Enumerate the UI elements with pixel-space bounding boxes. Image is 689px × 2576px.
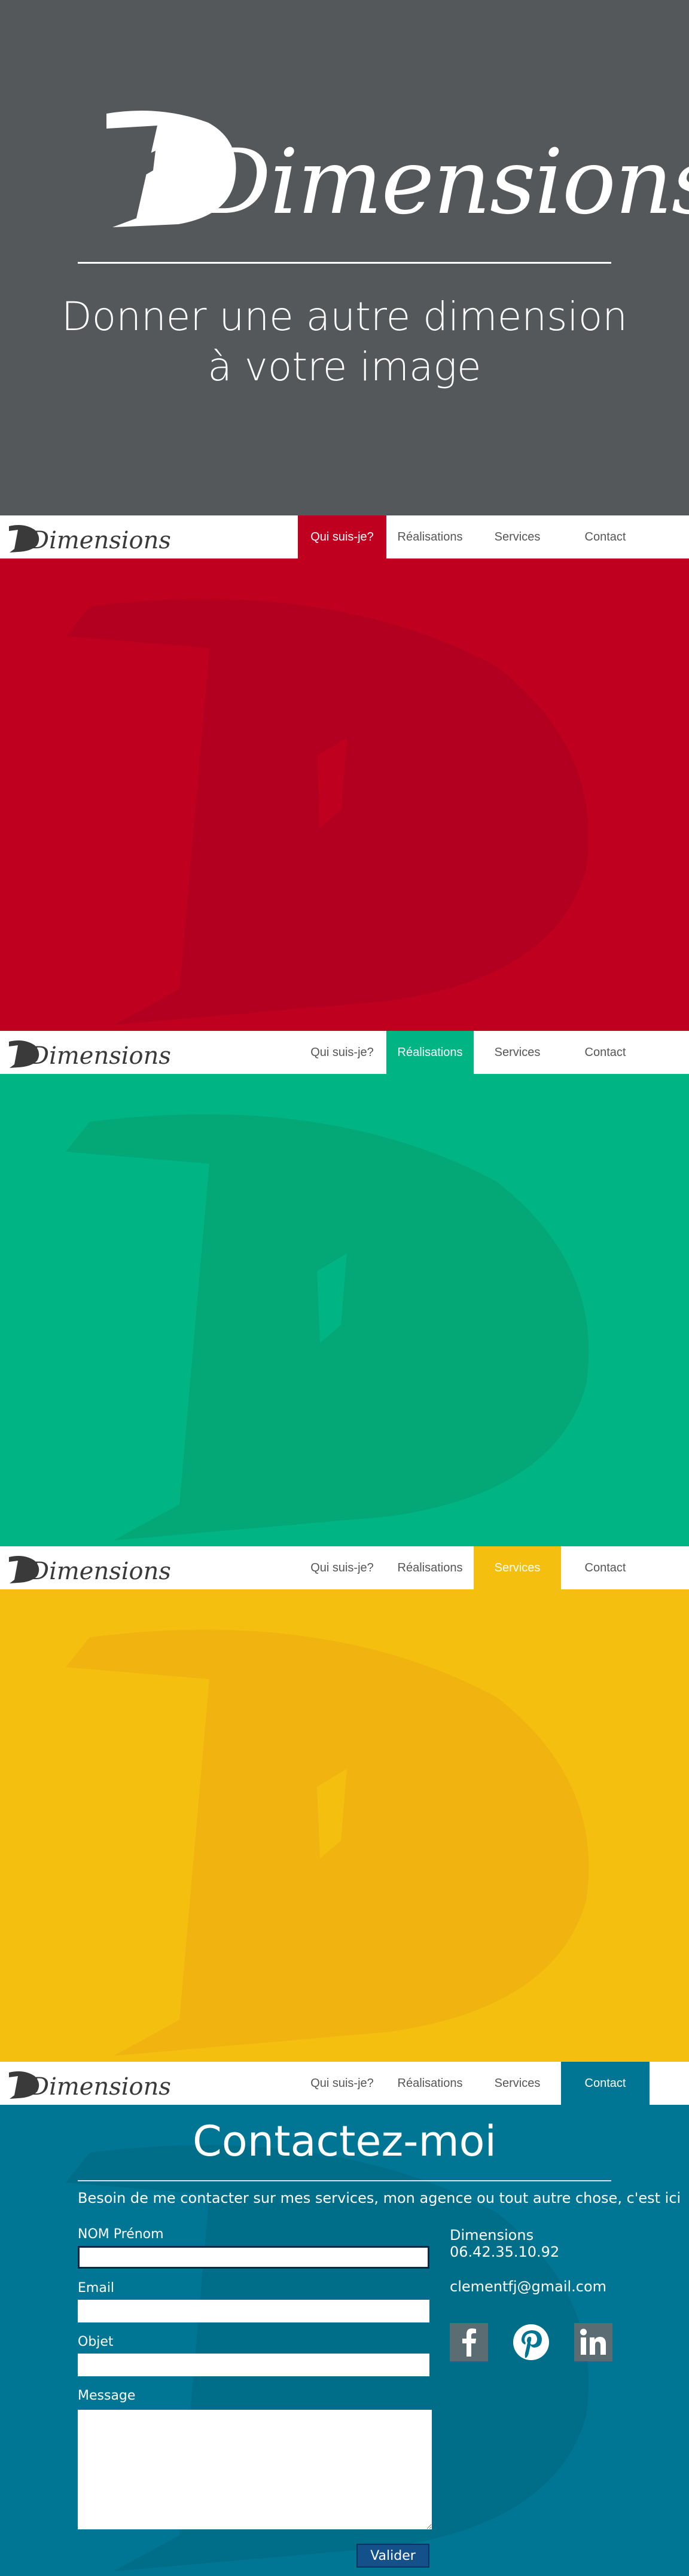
navbar-logo-text: Dimensions — [30, 2073, 171, 2101]
background-d-watermark — [66, 1114, 589, 1540]
background-d-watermark — [66, 1629, 589, 2056]
hero-divider — [78, 262, 611, 264]
nav-qui-suis-je[interactable]: Qui suis-je? — [298, 515, 386, 558]
navbar-logo-text: Dimensions — [30, 1558, 171, 1585]
label-name: NOM Prénom — [78, 2227, 164, 2242]
contact-divider — [78, 2180, 611, 2181]
contact-title: Contactez-moi — [193, 2117, 496, 2166]
label-message: Message — [78, 2388, 136, 2403]
tagline-line-2: à votre image — [208, 344, 481, 390]
navbar-contact: Dimensions Qui suis-je? Réalisations Ser… — [0, 2062, 689, 2105]
nav-qui-suis-je[interactable]: Qui suis-je? — [298, 1031, 386, 1074]
nav-contact[interactable]: Contact — [561, 1031, 650, 1074]
navbar-logo-text: Dimensions — [30, 1042, 171, 1070]
nav-qui-suis-je[interactable]: Qui suis-je? — [298, 1546, 386, 1589]
nav-contact[interactable]: Contact — [561, 1546, 650, 1589]
nav-realisations[interactable]: Réalisations — [386, 515, 474, 558]
section-realisations — [0, 1074, 689, 1546]
name-input[interactable] — [78, 2246, 429, 2269]
navbar-logo-text: Dimensions — [30, 527, 171, 554]
contact-company: Dimensions — [450, 2227, 534, 2244]
nav-services[interactable]: Services — [474, 515, 561, 558]
email-input[interactable] — [78, 2300, 429, 2322]
message-textarea[interactable] — [78, 2410, 432, 2529]
contact-email[interactable]: clementfj@gmail.com — [450, 2278, 606, 2295]
hero-logo: Dimensions — [89, 96, 689, 239]
hero-banner: Dimensions Donner une autre dimension à … — [0, 0, 689, 515]
navbar-logo[interactable]: Dimensions — [6, 1034, 171, 1070]
nav-contact[interactable]: Contact — [561, 2062, 650, 2105]
tagline-line-1: Donner une autre dimension — [61, 294, 628, 340]
hero-tagline: Donner une autre dimension à votre image — [0, 292, 689, 392]
navbar-logo[interactable]: Dimensions — [6, 1550, 171, 1586]
nav-services[interactable]: Services — [474, 1546, 561, 1589]
nav-qui-suis-je[interactable]: Qui suis-je? — [298, 2062, 386, 2105]
label-email: Email — [78, 2281, 115, 2296]
navbar-qui-suis-je: Dimensions Qui suis-je? Réalisations Ser… — [0, 515, 689, 558]
background-d-watermark — [66, 599, 589, 1025]
subject-input[interactable] — [78, 2354, 429, 2376]
section-services — [0, 1589, 689, 2062]
navbar-realisations: Dimensions Qui suis-je? Réalisations Ser… — [0, 1031, 689, 1074]
nav-services[interactable]: Services — [474, 2062, 561, 2105]
navbar-logo[interactable]: Dimensions — [6, 519, 171, 555]
nav-realisations[interactable]: Réalisations — [386, 1546, 474, 1589]
contact-intro: Besoin de me contacter sur mes services,… — [78, 2190, 681, 2206]
section-qui-suis-je — [0, 558, 689, 1031]
nav-services[interactable]: Services — [474, 1031, 561, 1074]
navbar-logo[interactable]: Dimensions — [6, 2065, 171, 2101]
nav-realisations[interactable]: Réalisations — [386, 2062, 474, 2105]
submit-button[interactable]: Valider — [356, 2544, 429, 2568]
facebook-icon[interactable] — [450, 2323, 488, 2361]
label-subject: Objet — [78, 2334, 114, 2349]
nav-realisations[interactable]: Réalisations — [386, 1031, 474, 1074]
navbar-services: Dimensions Qui suis-je? Réalisations Ser… — [0, 1546, 689, 1589]
linkedin-icon[interactable] — [574, 2323, 612, 2361]
contact-phone: 06.42.35.10.92 — [450, 2244, 560, 2260]
hero-logo-text: Dimensions — [199, 130, 689, 234]
pinterest-icon[interactable] — [512, 2323, 550, 2361]
nav-contact[interactable]: Contact — [561, 515, 650, 558]
